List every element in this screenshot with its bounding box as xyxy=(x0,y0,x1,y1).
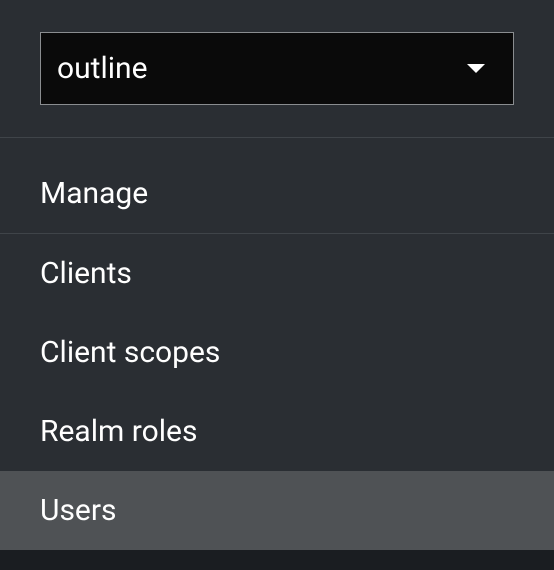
sidebar-item-realm-roles[interactable]: Realm roles xyxy=(0,392,554,471)
realm-selector-section: outline xyxy=(0,0,554,138)
caret-down-icon xyxy=(467,64,485,73)
realm-selector-value: outline xyxy=(57,51,148,86)
sidebar-item-users[interactable]: Users xyxy=(0,471,554,550)
nav-section-header: Manage xyxy=(0,162,554,234)
bottom-area xyxy=(0,550,554,570)
sidebar-item-clients[interactable]: Clients xyxy=(0,234,554,313)
nav-section: Manage Clients Client scopes Realm roles… xyxy=(0,138,554,550)
sidebar-item-client-scopes[interactable]: Client scopes xyxy=(0,313,554,392)
realm-selector-dropdown[interactable]: outline xyxy=(40,32,514,105)
